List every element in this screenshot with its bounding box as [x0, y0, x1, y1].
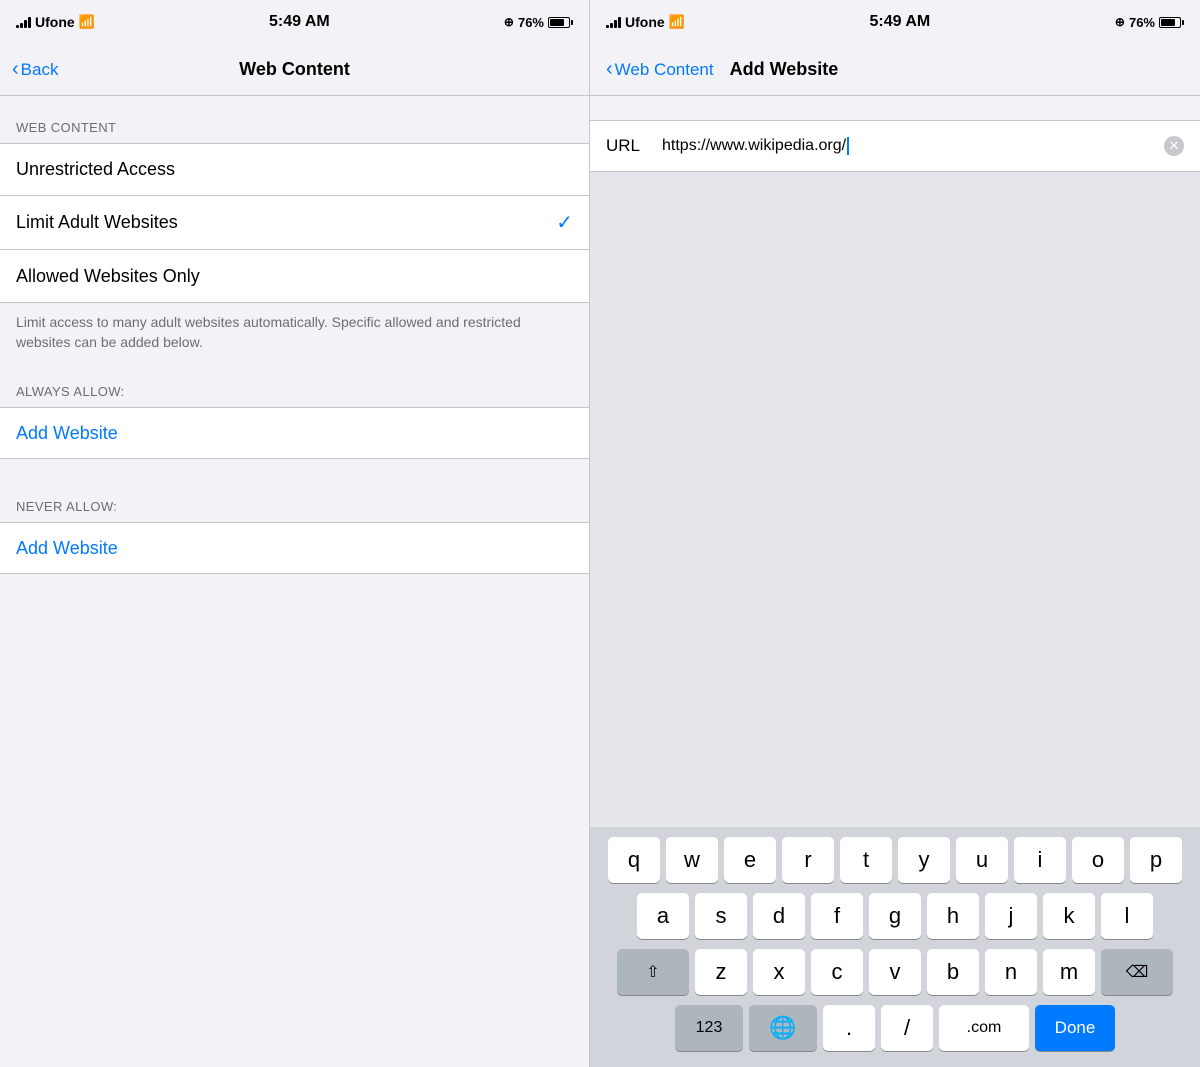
right-status-bar: Ufone 📶 5:49 AM ⊕ 76%: [590, 0, 1200, 44]
web-content-options-list: Unrestricted Access Limit Adult Websites…: [0, 143, 589, 303]
keyboard-row-3: ⇧ z x c v b n m ⌫: [594, 949, 1196, 995]
key-a[interactable]: a: [637, 893, 689, 939]
right-panel: Ufone 📶 5:49 AM ⊕ 76% ‹ Web Content Add …: [590, 0, 1200, 1067]
left-back-label: Back: [21, 60, 59, 80]
right-right-icons: ⊕ 76%: [1115, 15, 1184, 30]
key-d[interactable]: d: [753, 893, 805, 939]
done-key[interactable]: Done: [1035, 1005, 1115, 1051]
key-e[interactable]: e: [724, 837, 776, 883]
left-battery-icon: [548, 17, 573, 28]
right-empty-content: [590, 172, 1200, 827]
url-input-container: https://www.wikipedia.org/ ✕: [662, 136, 1184, 156]
key-123[interactable]: 123: [675, 1005, 743, 1051]
right-back-label: Web Content: [615, 60, 714, 80]
shift-key[interactable]: ⇧: [617, 949, 689, 995]
web-content-section-header: WEB CONTENT: [0, 120, 589, 143]
left-carrier-signal: Ufone 📶: [16, 14, 95, 30]
keyboard-row-2: a s d f g h j k l: [594, 893, 1196, 939]
left-content: WEB CONTENT Unrestricted Access Limit Ad…: [0, 96, 589, 1067]
key-u[interactable]: u: [956, 837, 1008, 883]
url-cursor: [847, 137, 849, 155]
backspace-key[interactable]: ⌫: [1101, 949, 1173, 995]
left-nav-bar: ‹ Back Web Content: [0, 44, 589, 96]
url-value-display[interactable]: https://www.wikipedia.org/: [662, 137, 1164, 155]
left-time: 5:49 AM: [269, 13, 330, 31]
key-z[interactable]: z: [695, 949, 747, 995]
key-dotcom[interactable]: .com: [939, 1005, 1029, 1051]
left-panel: Ufone 📶 5:49 AM ⊕ 76% ‹ Back Web Content…: [0, 0, 590, 1067]
limit-adult-websites-item[interactable]: Limit Adult Websites ✓: [0, 196, 589, 250]
key-s[interactable]: s: [695, 893, 747, 939]
right-battery-pct: 76%: [1129, 15, 1155, 30]
allowed-websites-label: Allowed Websites Only: [16, 266, 200, 287]
key-period[interactable]: .: [823, 1005, 875, 1051]
right-chevron-icon: ‹: [606, 58, 613, 81]
key-l[interactable]: l: [1101, 893, 1153, 939]
key-w[interactable]: w: [666, 837, 718, 883]
key-i[interactable]: i: [1014, 837, 1066, 883]
always-allow-label: ALWAYS ALLOW:: [0, 368, 589, 407]
url-label: URL: [606, 136, 646, 156]
right-carrier: Ufone: [625, 14, 665, 30]
key-slash[interactable]: /: [881, 1005, 933, 1051]
right-location-icon: ⊕: [1115, 15, 1125, 29]
right-wifi-icon: 📶: [669, 14, 685, 30]
key-g[interactable]: g: [869, 893, 921, 939]
keyboard-row-4: 123 🌐 . / .com Done: [594, 1005, 1196, 1051]
key-v[interactable]: v: [869, 949, 921, 995]
key-h[interactable]: h: [927, 893, 979, 939]
always-allow-add-website-button[interactable]: Add Website: [0, 407, 589, 459]
clear-icon: ✕: [1169, 138, 1180, 154]
key-j[interactable]: j: [985, 893, 1037, 939]
key-t[interactable]: t: [840, 837, 892, 883]
key-n[interactable]: n: [985, 949, 1037, 995]
limit-adult-checkmark: ✓: [556, 210, 573, 235]
url-text: https://www.wikipedia.org/: [662, 137, 846, 155]
unrestricted-access-label: Unrestricted Access: [16, 159, 175, 180]
unrestricted-access-item[interactable]: Unrestricted Access: [0, 144, 589, 196]
key-x[interactable]: x: [753, 949, 805, 995]
url-clear-button[interactable]: ✕: [1164, 136, 1184, 156]
left-location-icon: ⊕: [504, 15, 514, 29]
key-y[interactable]: y: [898, 837, 950, 883]
left-page-title: Web Content: [239, 59, 350, 80]
left-back-button[interactable]: ‹ Back: [12, 58, 58, 81]
right-carrier-signal: Ufone 📶: [606, 14, 685, 30]
right-back-button[interactable]: ‹ Web Content: [606, 58, 714, 81]
globe-key[interactable]: 🌐: [749, 1005, 817, 1051]
spacer: [0, 459, 589, 483]
url-field-row: URL https://www.wikipedia.org/ ✕: [590, 120, 1200, 172]
right-time: 5:49 AM: [870, 13, 931, 31]
left-right-icons: ⊕ 76%: [504, 15, 573, 30]
never-allow-add-label: Add Website: [16, 538, 118, 559]
never-allow-add-website-button[interactable]: Add Website: [0, 522, 589, 574]
left-carrier: Ufone: [35, 14, 75, 30]
key-m[interactable]: m: [1043, 949, 1095, 995]
right-signal-icon: [606, 16, 621, 28]
never-allow-label: NEVER ALLOW:: [0, 483, 589, 522]
left-wifi-icon: 📶: [79, 14, 95, 30]
left-battery-pct: 76%: [518, 15, 544, 30]
key-c[interactable]: c: [811, 949, 863, 995]
always-allow-add-label: Add Website: [16, 423, 118, 444]
key-p[interactable]: p: [1130, 837, 1182, 883]
right-nav-bar: ‹ Web Content Add Website: [590, 44, 1200, 96]
keyboard: q w e r t y u i o p a s d f g h j k l ⇧ …: [590, 827, 1200, 1067]
limit-adult-label: Limit Adult Websites: [16, 212, 178, 233]
key-b[interactable]: b: [927, 949, 979, 995]
right-page-title: Add Website: [730, 59, 839, 80]
left-chevron-icon: ‹: [12, 58, 19, 81]
left-signal-icon: [16, 16, 31, 28]
right-battery-icon: [1159, 17, 1184, 28]
web-content-description: Limit access to many adult websites auto…: [0, 303, 589, 368]
allowed-websites-only-item[interactable]: Allowed Websites Only: [0, 250, 589, 302]
key-q[interactable]: q: [608, 837, 660, 883]
keyboard-row-1: q w e r t y u i o p: [594, 837, 1196, 883]
key-r[interactable]: r: [782, 837, 834, 883]
key-f[interactable]: f: [811, 893, 863, 939]
key-k[interactable]: k: [1043, 893, 1095, 939]
left-status-bar: Ufone 📶 5:49 AM ⊕ 76%: [0, 0, 589, 44]
key-o[interactable]: o: [1072, 837, 1124, 883]
